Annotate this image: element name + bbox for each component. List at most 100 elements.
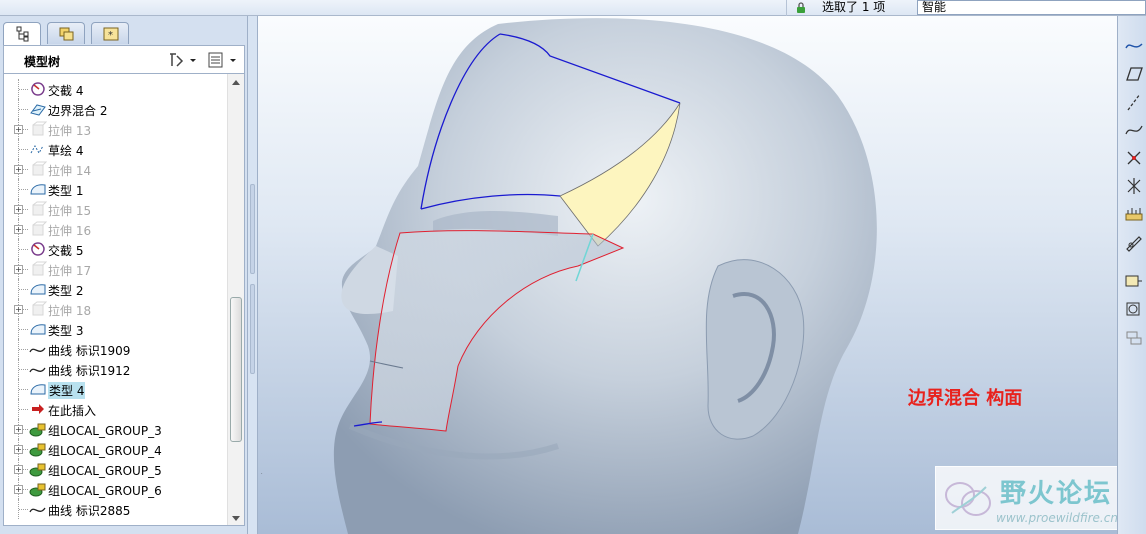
extrude-icon <box>32 161 47 176</box>
curve-icon <box>29 507 46 513</box>
tree-show-options-icon[interactable] <box>206 51 242 69</box>
tree-item[interactable]: + 拉伸 17 <box>4 259 226 279</box>
surface-icon <box>30 184 46 195</box>
datum-axis-icon[interactable] <box>1124 92 1144 112</box>
tree-item[interactable]: + 组LOCAL_GROUP_4 <box>4 439 226 459</box>
extrude-icon <box>32 221 47 236</box>
tree-item-label: 组LOCAL_GROUP_5 <box>48 464 162 478</box>
status-toolbar: 选取了 1 项 智能 <box>0 0 1146 16</box>
expand-toggle-icon[interactable]: + <box>14 205 23 214</box>
tree-item-label: 类型 3 <box>48 324 84 338</box>
head-model[interactable] <box>258 16 1117 534</box>
tree-item-label: 类型 1 <box>48 184 84 198</box>
tree-item[interactable]: + 拉伸 15 <box>4 199 226 219</box>
tree-connector-branch <box>19 289 28 290</box>
scroll-up-arrow-icon[interactable] <box>232 80 240 85</box>
expand-toggle-icon[interactable]: + <box>14 125 23 134</box>
svg-text:*: * <box>108 30 113 41</box>
favorites-tab-icon: * <box>103 27 119 41</box>
tree-item[interactable]: 边界混合 2 <box>4 99 226 119</box>
boundary-blend-icon <box>30 104 46 116</box>
surface-icon <box>30 384 46 395</box>
curve-icon <box>29 347 46 353</box>
watermark-url: www.proewildfire.cn <box>996 511 1117 525</box>
intersect-icon <box>31 242 45 256</box>
expand-toggle-icon[interactable]: + <box>14 445 23 454</box>
model-tree[interactable]: 交截 4 边界混合 2 + 拉伸 13 草绘 4 + 拉伸 14 类型 1 + 拉伸 15 + 拉伸 … <box>3 73 245 526</box>
group-icon <box>29 483 46 497</box>
tree-item[interactable]: + 组LOCAL_GROUP_3 <box>4 419 226 439</box>
expand-toggle-icon[interactable]: + <box>14 265 23 274</box>
tree-item[interactable]: 曲线 标识1912 <box>4 359 226 379</box>
tree-item[interactable]: + 拉伸 16 <box>4 219 226 239</box>
tree-connector-branch <box>19 149 28 150</box>
expand-toggle-icon[interactable]: + <box>14 425 23 434</box>
tree-item[interactable]: 草绘 4 <box>4 139 226 159</box>
tree-item[interactable]: 类型 2 <box>4 279 226 299</box>
tree-connector-branch <box>19 189 28 190</box>
tree-item-label: 交截 5 <box>48 244 84 258</box>
tree-item[interactable]: 在此插入 <box>4 399 226 419</box>
tree-item[interactable]: + 组LOCAL_GROUP_5 <box>4 459 226 479</box>
selection-lock-icon[interactable] <box>796 1 806 14</box>
expand-toggle-icon[interactable]: + <box>14 225 23 234</box>
sketch-tool-icon[interactable] <box>1124 232 1144 252</box>
tree-connector-branch <box>19 409 28 410</box>
scroll-thumb[interactable] <box>230 297 242 442</box>
tree-item[interactable]: 类型 4 <box>4 379 226 399</box>
datum-display-icon[interactable] <box>1124 36 1144 56</box>
tree-item-label: 草绘 4 <box>48 144 84 158</box>
expand-toggle-icon[interactable]: + <box>14 165 23 174</box>
tree-connector-branch <box>19 89 28 90</box>
splitter-grip-top[interactable] <box>250 184 255 274</box>
tab-folder-browser[interactable] <box>47 22 85 44</box>
splitter-grip-bottom[interactable] <box>250 284 255 374</box>
expand-toggle-icon[interactable]: + <box>14 305 23 314</box>
tree-connector-branch <box>19 329 28 330</box>
view-manager-icon[interactable] <box>1124 272 1144 292</box>
tree-connector-branch <box>19 509 28 510</box>
datum-csys-icon[interactable] <box>1124 176 1144 196</box>
tree-item-label: 交截 4 <box>48 84 84 98</box>
tree-item[interactable]: 类型 3 <box>4 319 226 339</box>
tree-settings-icon[interactable] <box>168 51 200 69</box>
expand-toggle-icon[interactable]: + <box>14 485 23 494</box>
graphics-viewport[interactable]: · 边界混合 构面 野火论坛 www.proewildfire.cn <box>258 16 1117 534</box>
panel-splitter[interactable] <box>248 16 258 534</box>
navigator-panel: * 模型树 交截 4 边界混合 2 + 拉伸 13 草绘 4 + 拉伸 14 类型 1 + 拉伸 … <box>0 16 248 534</box>
selection-filter-dropdown[interactable]: 智能 <box>917 0 1146 15</box>
tab-favorites[interactable]: * <box>91 22 129 44</box>
tree-item[interactable]: + 拉伸 13 <box>4 119 226 139</box>
tree-item-label: 曲线 标识1912 <box>48 364 131 378</box>
tree-item[interactable]: 类型 1 <box>4 179 226 199</box>
sketch-icon <box>30 144 44 155</box>
tree-item-label: 拉伸 13 <box>48 124 92 138</box>
tree-item-label: 组LOCAL_GROUP_3 <box>48 424 162 438</box>
datum-plane-icon[interactable] <box>1124 64 1144 84</box>
group-icon <box>29 443 46 457</box>
tree-item-label: 拉伸 17 <box>48 264 92 278</box>
tree-item[interactable]: 曲线 标识2885 <box>4 499 226 519</box>
tree-item[interactable]: 交截 4 <box>4 79 226 99</box>
surface-icon <box>30 284 46 295</box>
datum-curve-icon[interactable] <box>1124 120 1144 140</box>
layer-icon[interactable] <box>1124 328 1144 348</box>
tree-scrollbar[interactable] <box>227 74 244 525</box>
tree-item[interactable]: + 组LOCAL_GROUP_6 <box>4 479 226 499</box>
tree-item[interactable]: 交截 5 <box>4 239 226 259</box>
tree-connector-branch <box>19 249 28 250</box>
tree-item-label: 组LOCAL_GROUP_4 <box>48 444 162 458</box>
datum-point-icon[interactable] <box>1124 148 1144 168</box>
watermark-title: 野火论坛 <box>1000 479 1113 509</box>
tree-item-label: 类型 4 <box>48 382 86 399</box>
tree-item[interactable]: + 拉伸 18 <box>4 299 226 319</box>
analysis-icon[interactable] <box>1124 204 1144 224</box>
scroll-down-arrow-icon[interactable] <box>232 516 240 521</box>
expand-toggle-icon[interactable]: + <box>14 465 23 474</box>
group-icon <box>29 463 46 477</box>
tree-item[interactable]: + 拉伸 14 <box>4 159 226 179</box>
tree-item[interactable]: 曲线 标识1909 <box>4 339 226 359</box>
tree-item-label: 拉伸 14 <box>48 164 92 178</box>
orient-view-icon[interactable] <box>1124 300 1144 320</box>
tab-model-tree[interactable] <box>3 22 41 45</box>
